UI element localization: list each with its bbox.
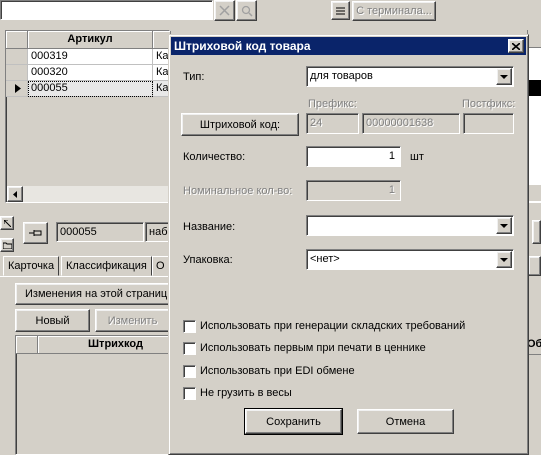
tab-card[interactable]: Карточка [3, 256, 60, 276]
row-indicator[interactable] [6, 49, 28, 65]
right-header-fragment: Об [527, 338, 541, 350]
save-button[interactable]: Сохранить [244, 408, 343, 435]
tab-other[interactable]: О [152, 256, 169, 276]
current-row-indicator[interactable] [6, 81, 28, 97]
type-dropdown-button[interactable] [496, 68, 512, 85]
tab-classification[interactable]: Классификация [61, 256, 152, 276]
quantity-label: Количество: [183, 151, 246, 163]
pin-button[interactable] [23, 222, 48, 244]
table-row-article-selected[interactable]: 000055 [28, 81, 153, 97]
packaging-label: Упаковка: [183, 254, 233, 266]
folder-button[interactable] [0, 238, 14, 252]
clear-search-button[interactable] [214, 0, 235, 21]
new-button[interactable]: Новый [15, 309, 90, 332]
table-row-article[interactable]: 000320 [28, 65, 153, 81]
barcode-number-field[interactable]: 00000001638 [362, 113, 460, 134]
list-icon [336, 7, 345, 14]
barcode-button[interactable]: Штриховой код: [181, 113, 299, 136]
prefix-label: Префикс: [308, 98, 357, 110]
quantity-unit: шт [410, 151, 424, 163]
packaging-value: <нет> [310, 253, 340, 265]
nominal-quantity-label: Номинальное кол-во: [183, 185, 293, 197]
type-value: для товаров [310, 70, 373, 82]
right-button-fragment[interactable] [532, 220, 541, 244]
tab-strip-line [0, 276, 170, 277]
goods-grid: Артикул 000319 Ка 000320 Ка 000055 Ка [5, 30, 171, 203]
checkbox-edi-exchange[interactable] [183, 365, 196, 378]
right-grid-fragment [527, 30, 541, 203]
barcode-grid: Штрихкод [15, 335, 176, 455]
packaging-dropdown-button[interactable] [496, 251, 512, 268]
type-label: Тип: [183, 71, 205, 83]
from-terminal-button[interactable]: С терминала... [352, 1, 436, 21]
name-dropdown-button[interactable] [496, 217, 512, 234]
changes-on-page-bar: Изменения на этой страниц [15, 283, 175, 305]
barcode-grid-corner [16, 336, 38, 354]
type-combobox[interactable]: для товаров [306, 66, 514, 87]
dialog-title: Штриховой код товара [174, 39, 311, 53]
checkbox-edi-exchange-label[interactable]: Использовать при EDI обмене [200, 365, 355, 377]
chevron-down-icon [500, 257, 508, 262]
checkbox-warehouse-requests-label[interactable]: Использовать при генерации складских тре… [200, 320, 465, 332]
search-input[interactable] [0, 0, 213, 20]
arrow-left-icon [13, 190, 17, 198]
close-icon [512, 42, 520, 50]
article-field[interactable]: 000055 [56, 222, 144, 242]
grid-corner [6, 31, 28, 49]
checkbox-first-on-price-tag-label[interactable]: Использовать первым при печати в ценнике [200, 342, 426, 354]
checkbox-first-on-price-tag[interactable] [183, 342, 196, 355]
clear-icon [219, 5, 230, 16]
edit-button[interactable]: Изменить [95, 309, 170, 332]
arrow-diagonal-icon [3, 219, 11, 227]
postfix-label: Постфикс: [462, 98, 516, 110]
packaging-combobox[interactable]: <нет> [306, 249, 514, 270]
name-label: Название: [183, 221, 236, 233]
dialog-close-button[interactable] [508, 39, 524, 53]
postfix-field[interactable] [463, 113, 514, 134]
right-grid-body-fragment [527, 354, 541, 455]
checkbox-no-scales-upload-label[interactable]: Не грузить в весы [200, 387, 292, 399]
column-header-barcode[interactable]: Штрихкод [38, 336, 176, 354]
chevron-down-icon [500, 74, 508, 79]
folder-icon [2, 242, 12, 249]
prefix-field[interactable]: 24 [306, 113, 359, 134]
column-header-article[interactable]: Артикул [28, 31, 153, 49]
horizontal-scrollbar-track[interactable] [23, 186, 169, 202]
name-combobox[interactable] [306, 215, 514, 236]
checkbox-no-scales-upload[interactable] [183, 387, 196, 400]
list-button[interactable] [331, 1, 350, 20]
cancel-button[interactable]: Отмена [357, 409, 454, 434]
quantity-input[interactable]: 1 [306, 146, 401, 167]
pin-icon [28, 230, 41, 236]
table-row-article[interactable]: 000319 [28, 49, 153, 65]
checkbox-warehouse-requests[interactable] [183, 320, 196, 333]
pin-small-button[interactable] [0, 216, 14, 230]
scroll-left-button[interactable] [7, 186, 23, 202]
chevron-down-icon [500, 223, 508, 228]
nominal-quantity-field[interactable]: 1 [306, 180, 401, 201]
row-indicator[interactable] [6, 65, 28, 81]
search-icon [241, 5, 253, 17]
row-pointer-icon [15, 84, 21, 93]
right-tab-fragment[interactable] [528, 256, 541, 276]
search-button[interactable] [236, 0, 257, 21]
